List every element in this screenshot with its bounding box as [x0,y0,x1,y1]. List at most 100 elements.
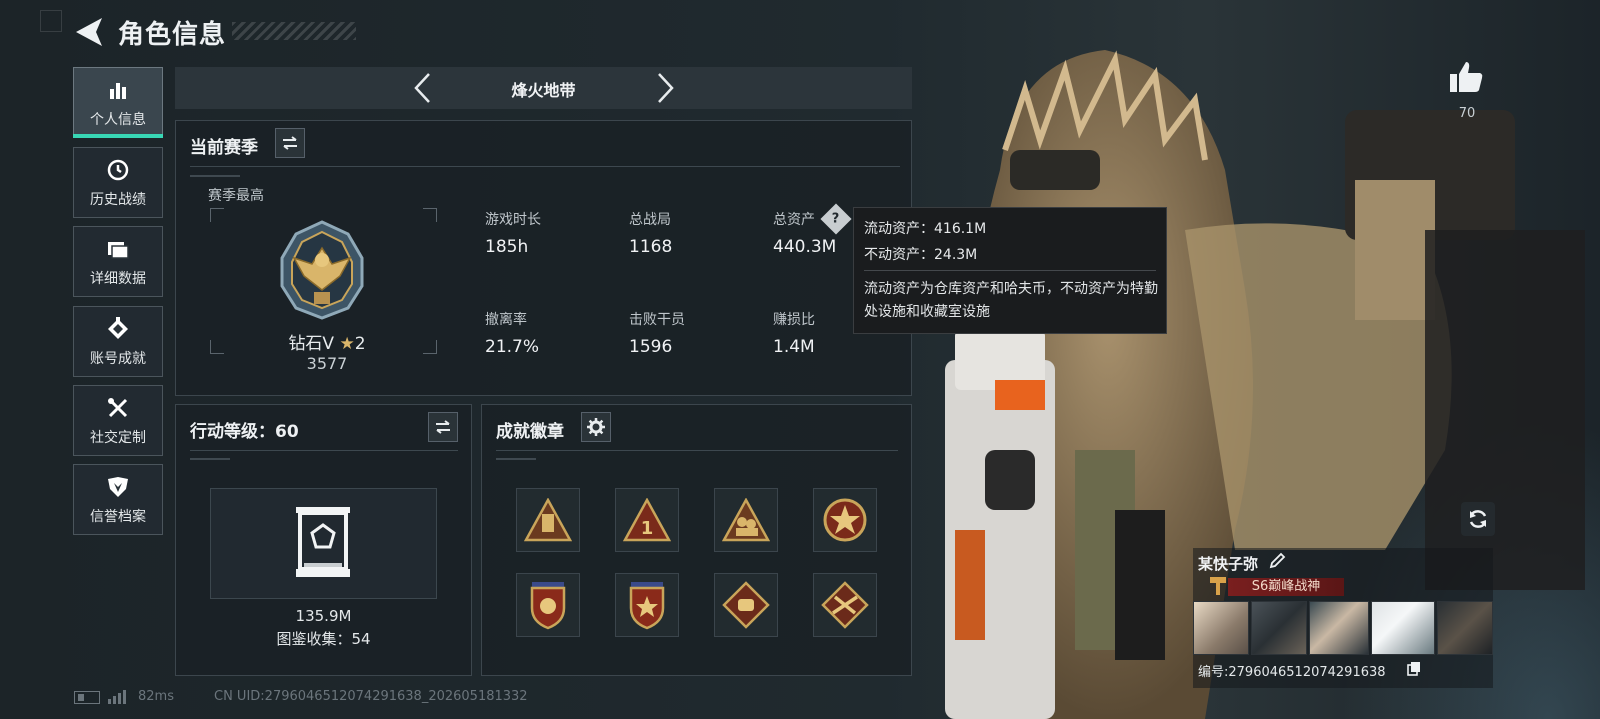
player-title: S6巅峰战神 [1228,578,1344,596]
badges-settings-button[interactable] [581,412,611,442]
badges-divider [496,450,898,451]
card-thumbnail-1 [1193,601,1249,655]
bracket-tl [210,208,224,222]
achievement-icon [105,316,131,342]
player-name: 某快子弥 [1198,555,1259,573]
diamond-weapon-badge-icon [821,581,869,629]
badge-8[interactable] [813,573,877,637]
card-thumbnail-3 [1309,601,1369,655]
nav-item-credit-profile[interactable]: 信誉档案 [73,464,163,535]
rank-score: 3577 [306,354,348,373]
nav-item-history[interactable]: 历史战绩 [73,147,163,218]
nav-item-label: 详细数据 [90,270,146,287]
nav-item-detail-data[interactable]: 详细数据 [73,226,163,297]
triangle-number-one-badge-icon: 1 [623,498,671,542]
battery-icon [74,691,100,704]
nav-item-social-custom[interactable]: 社交定制 [73,385,163,456]
title-stripes-decoration [232,22,356,40]
rank-name-text: 钻石V [288,334,335,354]
stat-total-assets-value: 440.3M [773,237,837,257]
ping-value: 82ms [138,689,174,704]
tooltip-description: 流动资产为仓库资产和哈夫币，不动资产为特勤处设施和收藏室设施 [864,281,1158,320]
diamond-fist-badge-icon [722,581,770,629]
shield-badge-icon [530,582,566,630]
badge-5[interactable] [516,573,580,637]
nav-item-label: 信誉档案 [90,508,146,525]
tooltip-divider [864,270,1156,271]
assets-tooltip: 流动资产：416.1M 不动资产：24.3M 流动资产为仓库资产和哈夫币，不动资… [853,207,1167,334]
tooltip-liquid-assets: 流动资产：416.1M [864,221,987,237]
stat-profit-ratio-value: 1.4M [773,337,815,357]
player-id: 编号:2796046512074291638 [1198,665,1386,680]
badges-panel-title: 成就徽章 [496,422,564,442]
badge-3[interactable] [714,488,778,552]
diamond-rank-emblem-icon [280,220,364,320]
page-title: 角色信息 [118,20,227,50]
bracket-tr [423,208,437,222]
corner-decoration [40,10,62,32]
card-thumbnail-5 [1437,601,1493,655]
decor-bar [190,458,230,460]
nav-item-personal-info[interactable]: 个人信息 [73,67,163,138]
stat-extract-rate-label: 撤离率 [485,312,527,328]
round-star-badge-icon [823,498,867,542]
stat-profit-ratio-label: 赚损比 [773,312,815,328]
tooltip-fixed-assets: 不动资产：24.3M [864,247,978,263]
season-switch-button[interactable] [275,128,305,158]
stat-play-time-value: 185h [485,237,529,257]
badge-1[interactable] [516,488,580,552]
chevron-right-icon [658,73,674,103]
bracket-br [423,340,437,354]
collection-value: 135.9M [295,607,352,625]
footer-uid: CN UID:2796046512074291638_202605181332 [214,689,528,704]
back-button[interactable] [74,16,104,48]
edit-name-button[interactable] [1268,552,1286,570]
stat-kills-label: 击败干员 [629,312,685,328]
nav-item-label: 历史战绩 [90,191,146,208]
copy-icon [1407,662,1420,676]
rank-name: 钻石V ★2 [272,329,382,354]
copy-id-button[interactable] [1407,661,1421,676]
card-thumbnail-4 [1371,601,1435,655]
season-best-label: 赛季最高 [208,188,264,204]
card-thumbnail-2 [1251,601,1307,655]
credit-shield-icon [105,474,131,500]
nav-item-label: 社交定制 [90,429,146,446]
mode-title: 烽火地带 [511,81,576,100]
collection-count: 图鉴收集：54 [276,630,371,648]
decor-bar [190,175,240,177]
title-emblem-icon [1210,577,1226,595]
stat-kills-value: 1596 [629,337,673,357]
mode-next-button[interactable] [651,71,681,105]
nav-item-achievements[interactable]: 账号成就 [73,306,163,377]
nav-item-label: 账号成就 [90,350,146,367]
badge-4[interactable] [813,488,877,552]
back-arrow-icon [76,18,102,46]
level-divider [190,450,458,451]
triangle-tower-badge-icon [524,498,572,542]
collection-cabinet-icon [296,507,350,577]
rotate-model-button[interactable] [1461,502,1495,536]
gear-icon [587,418,605,436]
star-icon: ★ [339,334,355,354]
stat-play-time-label: 游戏时长 [485,212,541,228]
badge-7[interactable] [714,573,778,637]
bracket-bl [210,340,224,354]
level-panel-title: 行动等级：60 [190,422,299,442]
history-clock-icon [105,157,131,183]
swap-arrows-icon [436,420,450,434]
stat-extract-rate-value: 21.7% [485,337,540,357]
decor-bar [496,458,536,460]
season-divider [190,166,900,167]
like-button[interactable] [1448,60,1486,98]
badge-2[interactable]: 1 [615,488,679,552]
badge-6[interactable] [615,573,679,637]
triangle-soldiers-badge-icon [722,498,770,542]
rank-stars: 2 [354,334,366,354]
like-count: 70 [1458,106,1476,121]
shield-star-badge-icon [629,582,665,630]
level-switch-button[interactable] [428,412,458,442]
pencil-icon [1269,552,1286,569]
nav-item-label: 个人信息 [90,111,146,128]
rotate-icon [1469,510,1487,528]
